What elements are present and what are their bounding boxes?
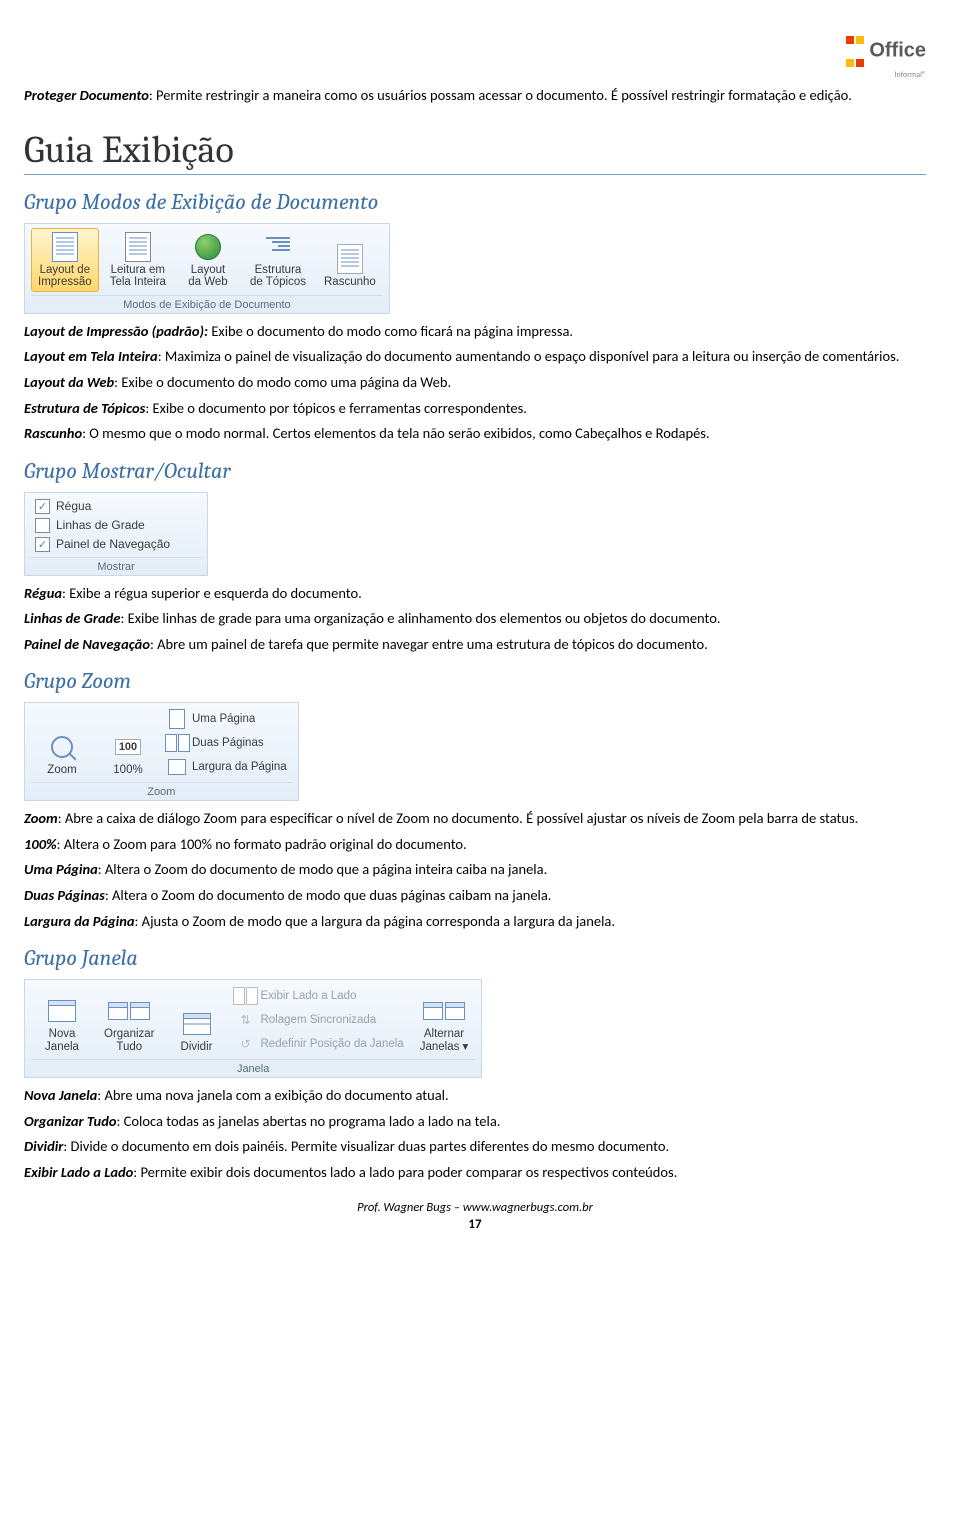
btn-rascunho[interactable]: Rascunho: [317, 240, 383, 292]
btn-exibir-lado-a-lado: Exibir Lado a Lado: [232, 984, 409, 1008]
reset-window-icon: ↺: [237, 1035, 255, 1053]
proteger-text: : Permite restringir a maneira como os u…: [149, 86, 852, 104]
chk-linhas-grade-row[interactable]: Linhas de Grade: [31, 516, 201, 535]
btn-100-percent[interactable]: 100 100%: [97, 728, 159, 780]
checkbox-icon: [35, 518, 50, 533]
percent-100-icon: 100: [113, 732, 143, 762]
header-logo: Office Informal®: [24, 28, 926, 80]
btn-alternar-janelas[interactable]: Alternar Janelas ▾: [413, 992, 476, 1056]
brand-text: Office: [869, 39, 926, 61]
btn-dividir[interactable]: Dividir: [166, 1005, 228, 1057]
switch-windows-icon: [429, 996, 459, 1026]
checkbox-checked-icon: ✓: [35, 537, 50, 552]
sec3-line1: Zoom: Abre a caixa de diálogo Zoom para …: [24, 809, 926, 829]
btn-redefinir-posicao: ↺ Redefinir Posição da Janela: [232, 1032, 409, 1056]
sec1-line3: Layout da Web: Exibe o documento do modo…: [24, 373, 926, 393]
ribbon-group-label: Janela: [31, 1059, 475, 1077]
footer-author: Prof. Wagner Bugs – www.wagnerbugs.com.b…: [24, 1200, 926, 1215]
sec3-line5: Largura da Página: Ajusta o Zoom de modo…: [24, 912, 926, 932]
btn-zoom[interactable]: Zoom: [31, 728, 93, 780]
ribbon-group-label: Mostrar: [31, 557, 201, 575]
btn-largura-pagina[interactable]: Largura da Página: [163, 755, 292, 779]
page-width-icon: [168, 758, 186, 776]
checkbox-checked-icon: ✓: [35, 499, 50, 514]
web-layout-icon: [193, 232, 223, 262]
page-number: 17: [24, 1217, 926, 1232]
magnifier-icon: [47, 732, 77, 762]
proteger-label: Proteger Documento: [24, 86, 149, 104]
btn-leitura-tela-inteira[interactable]: Leitura em Tela Inteira: [103, 228, 173, 292]
sec3-line3: Uma Página: Altera o Zoom do documento d…: [24, 860, 926, 880]
btn-nova-janela[interactable]: Nova Janela: [31, 992, 93, 1056]
chk-regua-row[interactable]: ✓ Régua: [31, 497, 201, 516]
chk-painel-navegacao-row[interactable]: ✓ Painel de Navegação: [31, 535, 201, 554]
arrange-all-icon: [114, 996, 144, 1026]
btn-estrutura-topicos[interactable]: Estrutura de Tópicos: [243, 228, 313, 292]
sync-scroll-icon: ⇅: [237, 1011, 255, 1029]
sec1-line5: Rascunho: O mesmo que o modo normal. Cer…: [24, 424, 926, 444]
ribbon-group-label: Zoom: [31, 782, 292, 800]
ribbon-mostrar: ✓ Régua Linhas de Grade ✓ Painel de Nave…: [24, 492, 208, 576]
draft-icon: [335, 244, 365, 274]
btn-uma-pagina[interactable]: Uma Página: [163, 707, 292, 731]
outline-icon: [263, 232, 293, 262]
sec2-line2: Linhas de Grade: Exibe linhas de grade p…: [24, 609, 926, 629]
side-by-side-icon: [237, 987, 255, 1005]
sec4-line4: Exibir Lado a Lado: Permite exibir dois …: [24, 1163, 926, 1183]
sec1-line2: Layout em Tela Inteira: Maximiza o paine…: [24, 347, 926, 367]
btn-layout-web[interactable]: Layout da Web: [177, 228, 239, 292]
print-layout-icon: [50, 232, 80, 262]
two-pages-icon: [168, 734, 186, 752]
sec4-line2: Organizar Tudo: Coloca todas as janelas …: [24, 1112, 926, 1132]
brand-subtext: Informal®: [24, 70, 926, 80]
btn-duas-paginas[interactable]: Duas Páginas: [163, 731, 292, 755]
section1-heading: Grupo Modos de Exibição de Documento: [24, 189, 926, 215]
section4-heading: Grupo Janela: [24, 945, 926, 971]
one-page-icon: [168, 710, 186, 728]
sec2-line3: Painel de Navegação: Abre um painel de t…: [24, 635, 926, 655]
ribbon-modos-exibicao: Layout de Impressão Leitura em Tela Inte…: [24, 223, 390, 314]
btn-organizar-tudo[interactable]: Organizar Tudo: [97, 992, 162, 1056]
sec4-line3: Dividir: Divide o documento em dois pain…: [24, 1137, 926, 1157]
split-icon: [182, 1009, 212, 1039]
sec4-line1: Nova Janela: Abre uma nova janela com a …: [24, 1086, 926, 1106]
sec2-line1: Régua: Exibe a régua superior e esquerda…: [24, 584, 926, 604]
ribbon-janela: Nova Janela Organizar Tudo Dividir Exibi…: [24, 979, 482, 1078]
ribbon-zoom: Zoom 100 100% Uma Página Duas Páginas La…: [24, 702, 299, 801]
new-window-icon: [47, 996, 77, 1026]
intro-paragraph: Proteger Documento: Permite restringir a…: [24, 86, 926, 106]
sec1-line4: Estrutura de Tópicos: Exibe o documento …: [24, 399, 926, 419]
sec1-line1: Layout de Impressão (padrão): Exibe o do…: [24, 322, 926, 342]
fullscreen-reading-icon: [123, 232, 153, 262]
page-title: Guia Exibição: [24, 128, 926, 175]
section2-heading: Grupo Mostrar/Ocultar: [24, 458, 926, 484]
sec3-line2: 100%: Altera o Zoom para 100% no formato…: [24, 835, 926, 855]
office-logo-icon: [845, 28, 865, 74]
section3-heading: Grupo Zoom: [24, 668, 926, 694]
ribbon-group-label: Modos de Exibição de Documento: [31, 295, 383, 313]
sec3-line4: Duas Páginas: Altera o Zoom do documento…: [24, 886, 926, 906]
btn-layout-impressao[interactable]: Layout de Impressão: [31, 228, 99, 292]
btn-rolagem-sincronizada: ⇅ Rolagem Sincronizada: [232, 1008, 409, 1032]
